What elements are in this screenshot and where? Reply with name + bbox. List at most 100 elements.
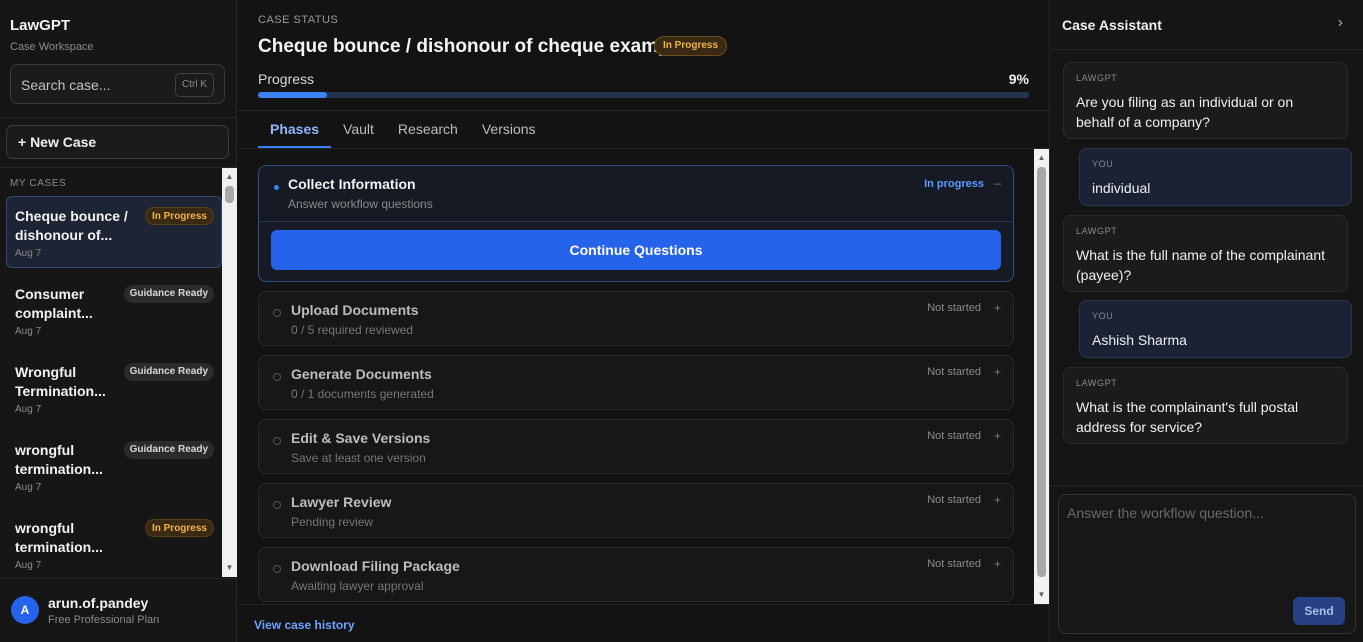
phase-status-dot-icon <box>273 373 281 381</box>
answer-input[interactable] <box>1067 505 1347 585</box>
expand-icon[interactable]: + <box>994 493 1001 507</box>
expand-icon[interactable]: + <box>994 301 1001 315</box>
message-sender: YOU <box>1092 159 1114 169</box>
search-shortcut-hint: Ctrl K <box>175 73 214 97</box>
phase-status: Not started <box>927 302 981 314</box>
case-item-cheque-bounce[interactable]: Cheque bounce / dishonour of... In Progr… <box>6 196 222 268</box>
continue-questions-button[interactable]: Continue Questions <box>271 230 1001 270</box>
status-badge: Guidance Ready <box>123 285 214 303</box>
scroll-down-arrow-icon[interactable]: ▼ <box>222 561 237 575</box>
scroll-up-arrow-icon[interactable]: ▲ <box>222 170 237 184</box>
phase-list: Collect Information Answer workflow ques… <box>258 165 1014 611</box>
message-text: Are you filing as an individual or on be… <box>1076 94 1294 130</box>
collapse-icon[interactable]: – <box>994 176 1001 190</box>
case-status-badge: In Progress <box>654 36 728 56</box>
send-button[interactable]: Send <box>1293 597 1345 625</box>
new-case-button[interactable]: + New Case <box>6 125 229 159</box>
phase-title: Lawyer Review <box>291 494 392 510</box>
my-cases-heading: MY CASES <box>10 178 67 189</box>
case-title: Wrongful Termination... <box>15 364 106 399</box>
case-item-consumer-complaint[interactable]: Consumer complaint... Guidance Ready Aug… <box>6 274 222 346</box>
search-box: Ctrl K <box>10 64 225 104</box>
message-sender: LAWGPT <box>1076 378 1118 388</box>
phase-subtitle: 0 / 1 documents generated <box>291 387 434 401</box>
case-item-wrongful-termination[interactable]: Wrongful Termination... Guidance Ready A… <box>6 352 222 424</box>
message-sender: LAWGPT <box>1076 73 1118 83</box>
status-badge: In Progress <box>144 207 214 225</box>
case-main-panel: CASE STATUS Cheque bounce / dishonour of… <box>238 0 1049 642</box>
message-text: What is the complainant's full postal ad… <box>1076 399 1299 435</box>
view-case-history-link[interactable]: View case history <box>254 618 355 632</box>
tab-research[interactable]: Research <box>386 110 470 148</box>
sidebar: LawGPT Case Workspace Ctrl K + New Case … <box>0 0 237 642</box>
phase-subtitle: 0 / 5 required reviewed <box>291 323 414 337</box>
scrollbar-thumb[interactable] <box>225 186 234 203</box>
phase-upload-documents[interactable]: Upload Documents 0 / 5 required reviewed… <box>258 291 1014 346</box>
case-item-wrongful-termination-3[interactable]: wrongful termination... In Progress Aug … <box>6 508 222 580</box>
status-badge: In Progress <box>144 519 214 537</box>
case-title: wrongful termination... <box>15 520 103 555</box>
case-status-label: CASE STATUS <box>258 14 339 26</box>
phase-status: Not started <box>927 494 981 506</box>
case-item-wrongful-termination-2[interactable]: wrongful termination... Guidance Ready A… <box>6 430 222 502</box>
expand-icon[interactable]: + <box>994 365 1001 379</box>
case-date: Aug 7 <box>15 404 42 415</box>
phase-lawyer-review[interactable]: Lawyer Review Pending review Not started… <box>258 483 1014 538</box>
scrollbar-thumb[interactable] <box>1037 167 1046 577</box>
status-badge: Guidance Ready <box>123 363 214 381</box>
phase-status-dot-icon <box>273 309 281 317</box>
divider <box>238 604 1049 605</box>
phase-list-scrollbar[interactable]: ▲ ▼ <box>1034 149 1049 604</box>
status-badge: Guidance Ready <box>123 441 214 459</box>
phase-status: Not started <box>927 366 981 378</box>
message-text: Ashish Sharma <box>1092 332 1187 348</box>
expand-icon[interactable]: + <box>994 557 1001 571</box>
user-profile[interactable]: A arun.of.pandey Free Professional Plan <box>0 578 237 642</box>
tab-vault[interactable]: Vault <box>331 110 386 148</box>
expand-icon[interactable]: + <box>994 429 1001 443</box>
phase-title: Upload Documents <box>291 302 419 318</box>
phase-status-dot-icon <box>273 565 281 573</box>
case-title: Cheque bounce / dishonour of... <box>15 208 128 243</box>
chat-message-user: YOU individual <box>1079 148 1352 206</box>
phase-download-filing-package[interactable]: Download Filing Package Awaiting lawyer … <box>258 547 1014 602</box>
assistant-title: Case Assistant <box>1062 17 1162 33</box>
message-sender: YOU <box>1092 311 1114 321</box>
phase-edit-save-versions[interactable]: Edit & Save Versions Save at least one v… <box>258 419 1014 474</box>
case-title: wrongful termination... <box>15 442 103 477</box>
case-assistant-panel: Case Assistant › LAWGPT Are you filing a… <box>1049 0 1363 642</box>
divider <box>238 148 1049 149</box>
phase-subtitle: Save at least one version <box>291 451 426 465</box>
chat-message-user: YOU Ashish Sharma <box>1079 300 1352 358</box>
case-date: Aug 7 <box>15 482 42 493</box>
phase-subtitle: Answer workflow questions <box>288 197 433 211</box>
case-tabs: Phases Vault Research Versions <box>258 110 548 148</box>
chevron-right-icon[interactable]: › <box>1338 14 1343 32</box>
brand-subtitle: Case Workspace <box>10 41 94 53</box>
search-input[interactable] <box>21 75 171 95</box>
divider <box>0 167 236 168</box>
phase-collect-information[interactable]: Collect Information Answer workflow ques… <box>258 165 1014 282</box>
phase-subtitle: Awaiting lawyer approval <box>291 579 424 593</box>
scroll-up-arrow-icon[interactable]: ▲ <box>1034 151 1049 165</box>
case-date: Aug 7 <box>15 560 42 571</box>
phase-generate-documents[interactable]: Generate Documents 0 / 1 documents gener… <box>258 355 1014 410</box>
progress-bar-fill <box>258 92 328 98</box>
chat-message-assistant: LAWGPT Are you filing as an individual o… <box>1063 62 1348 139</box>
scroll-down-arrow-icon[interactable]: ▼ <box>1034 588 1049 602</box>
message-text: individual <box>1092 180 1151 196</box>
phase-title: Generate Documents <box>291 366 432 382</box>
tab-versions[interactable]: Versions <box>470 110 548 148</box>
phase-status: Not started <box>927 558 981 570</box>
case-list-scrollbar[interactable]: ▲ ▼ <box>222 168 237 577</box>
tab-phases[interactable]: Phases <box>258 110 332 148</box>
progress-bar <box>258 92 1029 98</box>
phase-title: Download Filing Package <box>291 558 460 574</box>
message-composer: Send <box>1058 494 1356 634</box>
phase-title: Edit & Save Versions <box>291 430 431 446</box>
phase-status-dot-icon <box>273 437 281 445</box>
phase-status: In progress <box>924 178 984 190</box>
message-text: What is the full name of the complainant… <box>1076 247 1326 283</box>
message-sender: LAWGPT <box>1076 226 1118 236</box>
divider <box>1050 485 1363 486</box>
